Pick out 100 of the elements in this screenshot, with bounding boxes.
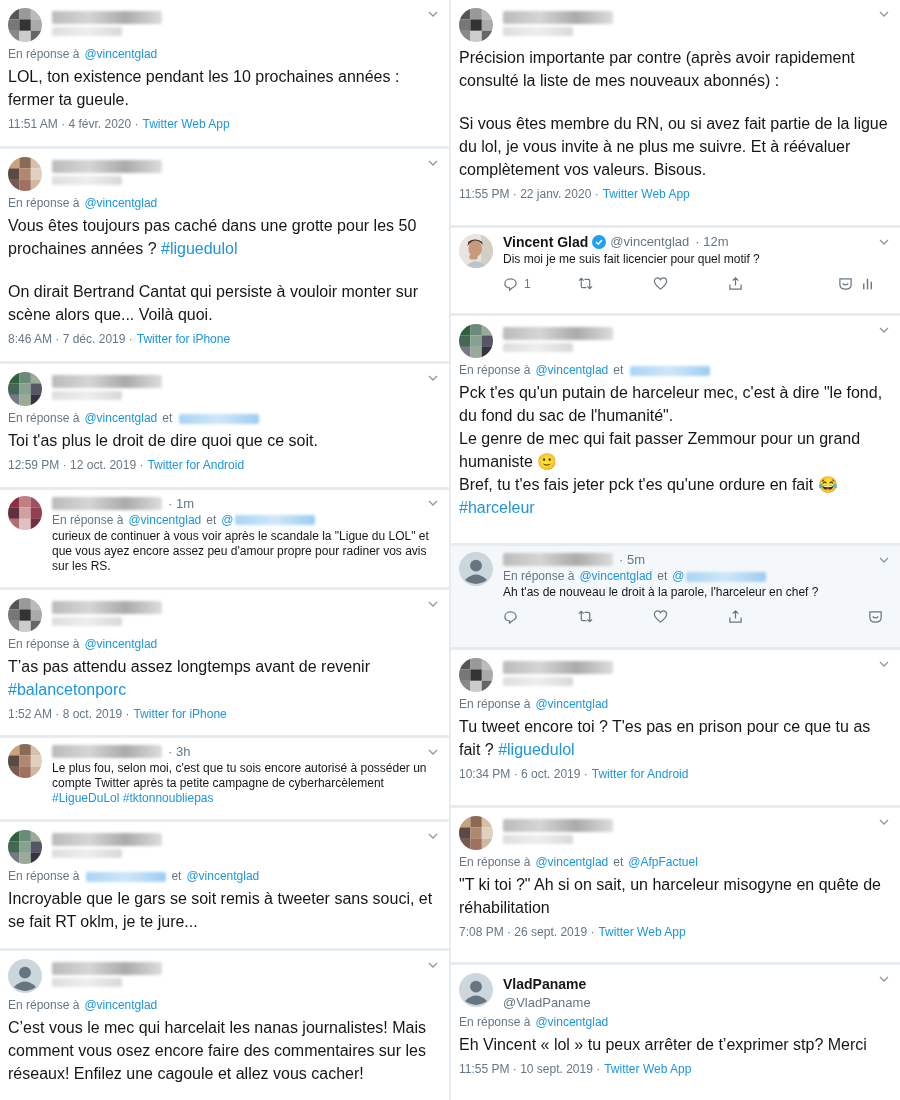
pixelated-avatar[interactable] bbox=[8, 495, 42, 530]
reply-button[interactable]: 1 bbox=[503, 276, 578, 292]
mention-link[interactable]: @ bbox=[221, 512, 234, 527]
mention-link[interactable]: @ bbox=[672, 569, 685, 584]
tweet-text: "T ki toi ?" Ah si on sait, un harceleur misogyne en quête de réhabilitation bbox=[459, 874, 882, 918]
source-link[interactable]: Twitter Web App bbox=[598, 924, 686, 939]
conjunction-text: et bbox=[206, 512, 217, 527]
pixelated-avatar[interactable] bbox=[8, 597, 42, 632]
source-link[interactable]: Twitter Web App bbox=[142, 117, 230, 131]
author-handle[interactable]: @vincentglad bbox=[610, 234, 690, 250]
author-name[interactable]: Vincent Glad bbox=[503, 233, 589, 250]
default-avatar-icon[interactable] bbox=[8, 959, 42, 994]
retweet-icon[interactable] bbox=[578, 609, 593, 625]
hashtag-link[interactable]: #LigueDuLol bbox=[52, 791, 120, 806]
tweet-timestamp: 1:52 AM · 8 oct. 2019 · bbox=[8, 706, 130, 721]
mention-link[interactable]: @vincentglad bbox=[535, 363, 609, 378]
share-icon[interactable] bbox=[728, 609, 743, 625]
mention-link[interactable]: @vincentglad bbox=[535, 1015, 609, 1030]
default-avatar-icon[interactable] bbox=[459, 552, 493, 587]
mention-link[interactable]: @AfpFactuel bbox=[628, 854, 698, 869]
smiley-box-icon[interactable] bbox=[838, 275, 853, 291]
speech-bubble-icon[interactable] bbox=[503, 276, 518, 292]
mention-link[interactable]: @vincentglad bbox=[84, 636, 158, 651]
blurred-handle bbox=[52, 978, 122, 988]
pixelated-avatar[interactable] bbox=[8, 371, 42, 406]
hashtag-link[interactable]: #balancetonporc bbox=[8, 680, 127, 698]
pixelated-avatar[interactable] bbox=[459, 815, 493, 850]
hashtag-link[interactable]: #tktonnoubliepas bbox=[122, 791, 214, 806]
reply-label: En réponse à bbox=[459, 363, 531, 378]
blurred-handle bbox=[52, 849, 122, 859]
tweet-text: T’as pas attendu assez longtemps avant de revenir #balancetonporc bbox=[8, 656, 371, 700]
hashtag-link[interactable]: #harceleur bbox=[459, 499, 535, 517]
blurred-handle bbox=[52, 27, 122, 36]
tweet-text: Pck t'es qu'un putain de harceleur mec, c'est à dire "le fond, du fond du sac de l'humanité". bbox=[459, 383, 884, 427]
source-link[interactable]: Twitter for Android bbox=[591, 766, 689, 781]
smiley-box-icon[interactable] bbox=[868, 609, 883, 625]
mention-link[interactable]: @vincentglad bbox=[535, 854, 609, 869]
tweet-text: Si vous êtes membre du RN, ou si avez fait partie de la ligue du lol, je vous invite à ne plus me suivre. Et à réévaluer complètement vos valeurs. Bisous. bbox=[459, 114, 889, 180]
tweet-timestamp: 11:51 AM · 4 févr. 2020 · bbox=[8, 117, 139, 131]
mention-link[interactable]: @vincentglad bbox=[535, 696, 609, 711]
reply-label: En réponse à bbox=[459, 854, 531, 869]
tweet-timestamp: 8:46 AM · 7 déc. 2019 · bbox=[8, 331, 133, 346]
heart-icon[interactable] bbox=[653, 609, 668, 625]
pixelated-avatar[interactable] bbox=[459, 324, 493, 359]
tweet-text: Eh Vincent « lol » tu peux arrêter de t’exprimer stp? Merci bbox=[459, 1035, 868, 1056]
source-link[interactable]: Twitter for iPhone bbox=[136, 331, 231, 346]
tweet-text: Bref, tu t'es fais jeter pck t'es qu'une ordure en fait 😂 bbox=[459, 475, 839, 496]
tweet-text: curieux de continuer à vous voir après le scandale la "Ligue du LOL" et que vous ayez encore assez peu d'amour propre pour radiner vos avis sur les RS. bbox=[52, 528, 430, 574]
default-avatar-icon[interactable] bbox=[459, 973, 493, 1008]
tweet-text: C’est vous le mec qui harcelait les nanas journalistes! Mais comment vous osez encore faire des commentaires sur les réseaux! Enfilez une cagoule et allez vous cacher! bbox=[8, 1018, 427, 1085]
mention-link[interactable]: @vincentglad bbox=[84, 195, 158, 210]
tweet-time: · 3h bbox=[168, 744, 191, 760]
tweet-text: Incroyable que le gars se soit remis à tweeter sans souci, et se fait RT oklm, je te jure... bbox=[8, 889, 434, 933]
heart-icon[interactable] bbox=[653, 275, 668, 291]
conjunction-text: et bbox=[613, 363, 624, 378]
tweet-timestamp: 7:08 PM · 26 sept. 2019 · bbox=[459, 924, 595, 939]
source-link[interactable]: Twitter Web App bbox=[604, 1062, 692, 1077]
blurred-handle bbox=[52, 390, 122, 400]
tweet-time: · 12m bbox=[695, 234, 729, 250]
tweet-text: Le genre de mec qui fait passer Zemmour pour un grand humaniste 🙂 bbox=[459, 429, 862, 473]
blurred-handle bbox=[52, 616, 122, 626]
mention-link[interactable]: @vincentglad bbox=[84, 998, 158, 1013]
mention-link[interactable]: @vincentglad bbox=[84, 47, 158, 61]
speech-bubble-icon[interactable] bbox=[503, 610, 518, 626]
source-link[interactable]: Twitter for iPhone bbox=[133, 706, 227, 721]
reply-label: En réponse à bbox=[8, 636, 80, 651]
share-icon[interactable] bbox=[728, 275, 743, 291]
tweet-text: Vous êtes toujours pas caché dans une grotte pour les 50 prochaines années ? #liguedulol bbox=[8, 215, 418, 259]
tweet-text: Précision importante par contre (après avoir rapidement consulté la liste de mes nouveaux abonnés) : bbox=[459, 48, 856, 91]
source-link[interactable]: Twitter Web App bbox=[602, 187, 690, 201]
tweet-text: LOL, ton existence pendant les 10 prochaines années : fermer ta gueule. bbox=[8, 67, 401, 110]
mention-link[interactable]: @vincentglad bbox=[186, 869, 260, 884]
pixelated-avatar[interactable] bbox=[8, 156, 42, 191]
retweet-icon[interactable] bbox=[578, 275, 593, 291]
pixelated-avatar[interactable] bbox=[459, 8, 493, 42]
tweet-text: Dis moi je me suis fait licencier pour quel motif ? bbox=[503, 251, 761, 267]
pixelated-avatar[interactable] bbox=[8, 830, 42, 865]
mention-link[interactable]: @vincentglad bbox=[84, 410, 158, 425]
pixelated-avatar[interactable] bbox=[8, 744, 42, 779]
pixelated-avatar[interactable] bbox=[8, 8, 42, 42]
blurred-handle bbox=[503, 834, 573, 844]
reply-label: En réponse à bbox=[8, 47, 80, 61]
hashtag-link[interactable]: #liguedulol bbox=[498, 740, 575, 758]
reply-label: En réponse à bbox=[459, 696, 531, 711]
author-name[interactable]: VladPaname bbox=[503, 976, 868, 993]
blurred-handle bbox=[52, 175, 122, 185]
conjunction-text: et bbox=[657, 569, 668, 584]
tweet-timestamp: 10:34 PM · 6 oct. 2019 · bbox=[459, 766, 588, 781]
tweet-timestamp: 12:59 PM · 12 oct. 2019 · bbox=[8, 457, 144, 472]
author-handle[interactable]: @VladPaname bbox=[503, 995, 868, 1011]
mention-link[interactable]: @vincentglad bbox=[579, 569, 653, 584]
reply-label: En réponse à bbox=[503, 569, 575, 584]
reply-label: En réponse à bbox=[459, 1015, 531, 1030]
tweet-timestamp: 11:55 PM · 22 janv. 2020 · bbox=[459, 187, 599, 201]
pixelated-avatar[interactable] bbox=[459, 657, 493, 692]
tweet-text: Tu tweet encore toi ? T'es pas en prison pour ce que tu as fait ? #liguedulol bbox=[459, 716, 872, 760]
hashtag-link[interactable]: #liguedulol bbox=[161, 239, 238, 257]
mention-link[interactable]: @vincentglad bbox=[128, 512, 202, 527]
source-link[interactable]: Twitter for Android bbox=[147, 457, 245, 472]
reply-label: En réponse à bbox=[52, 512, 124, 527]
